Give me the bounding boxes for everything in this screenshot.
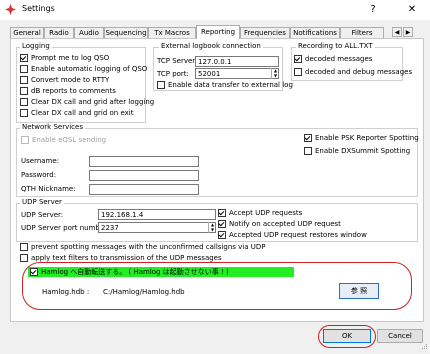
tcp-server-label: TCP Server: <box>157 57 198 65</box>
udp-server-title: UDP Server <box>20 198 64 207</box>
checkbox[interactable] <box>294 55 302 63</box>
tab-sequencing[interactable]: Sequencing <box>104 27 148 38</box>
udp-server-input[interactable] <box>98 209 216 220</box>
checkbox-label: Accept UDP requests <box>229 209 303 217</box>
tcp-port-spinner-icon[interactable]: ▲ ▼ <box>271 68 279 79</box>
dxsummit-option[interactable]: Enable DXSummit Spotting <box>304 146 410 156</box>
tab-scroll-right-icon[interactable]: ▶ <box>403 27 413 37</box>
logging-option[interactable]: Clear DX call and grid after logging <box>20 97 154 107</box>
psk-reporter-option[interactable]: Enable PSK Reporter Spotting <box>304 133 419 143</box>
checkbox-label: decoded and debug messages <box>305 68 413 76</box>
username-label: Username: <box>21 157 60 165</box>
annotation-ellipse <box>22 262 412 310</box>
checkbox[interactable] <box>157 81 165 89</box>
app-icon <box>5 4 16 15</box>
checkbox <box>21 136 29 144</box>
close-button[interactable]: ✕ <box>401 2 423 18</box>
restore-window-option[interactable]: Accepted UDP request restores window <box>218 230 367 240</box>
tcp-port-label: TCP port: <box>157 70 189 78</box>
udp-port-label: UDP Server port number: <box>21 224 110 232</box>
tab-filters[interactable]: Filters <box>340 27 384 38</box>
recording-title: Recording to ALL.TXT <box>296 42 375 51</box>
prevent-spotting-option[interactable]: prevent spotting messages with the uncon… <box>20 242 265 252</box>
network-services-title: Network Services <box>20 123 85 132</box>
checkbox[interactable] <box>20 76 28 84</box>
checkbox[interactable] <box>20 109 28 117</box>
password-input[interactable] <box>89 170 199 181</box>
checkbox[interactable] <box>294 68 302 76</box>
checkbox[interactable] <box>304 134 312 142</box>
checkbox-label: Notify on accepted UDP request <box>229 220 341 228</box>
checkbox[interactable] <box>20 65 28 73</box>
checkbox[interactable] <box>20 243 28 251</box>
udp-server-label: UDP Server: <box>21 211 64 219</box>
tab-frequencies[interactable]: Frequencies <box>240 27 290 38</box>
tcp-server-input[interactable] <box>195 56 279 67</box>
username-input[interactable] <box>89 156 199 167</box>
checkbox-label: Prompt me to log QSO <box>31 54 110 62</box>
checkbox-label: dB reports to comments <box>31 87 116 95</box>
qth-nickname-input[interactable] <box>89 184 199 195</box>
tab-audio[interactable]: Audio <box>74 27 104 38</box>
notify-udp-option[interactable]: Notify on accepted UDP request <box>218 219 341 229</box>
checkbox-label: Clear DX call and grid on exit <box>31 109 134 117</box>
logging-option[interactable]: dB reports to comments <box>20 86 116 96</box>
tab-general[interactable]: General <box>10 27 44 38</box>
checkbox-label: decoded messages <box>305 55 373 63</box>
tcp-port-input[interactable] <box>195 68 279 79</box>
window-title: Settings <box>22 4 55 13</box>
checkbox[interactable] <box>20 54 28 62</box>
password-label: Password: <box>21 171 57 179</box>
checkbox[interactable] <box>304 147 312 155</box>
resize-grip-icon[interactable] <box>420 344 428 352</box>
checkbox[interactable] <box>218 209 226 217</box>
checkbox-label: prevent spotting messages with the uncon… <box>31 243 266 251</box>
checkbox-label: Convert mode to RTTY <box>31 76 110 84</box>
eqsl-option: Enable eQSL sending <box>21 135 106 145</box>
help-button[interactable]: ? <box>364 2 382 18</box>
checkbox-label: Clear DX call and grid after logging <box>31 98 155 106</box>
checkbox[interactable] <box>218 231 226 239</box>
checkbox[interactable] <box>20 98 28 106</box>
logging-option[interactable]: Prompt me to log QSO <box>20 53 109 63</box>
tab-notifications[interactable]: Notifications <box>290 27 340 38</box>
checkbox-label: apply text filters to transmission of th… <box>31 254 222 262</box>
tab-radio[interactable]: Radio <box>44 27 74 38</box>
checkbox-label: Enable PSK Reporter Spotting <box>315 134 419 142</box>
annotation-ellipse-ok <box>318 325 376 348</box>
udp-port-spinner-icon[interactable]: ▲ ▼ <box>208 222 216 233</box>
tab-reporting[interactable]: Reporting <box>196 25 240 39</box>
accept-udp-option[interactable]: Accept UDP requests <box>218 208 302 218</box>
logging-option[interactable]: Clear DX call and grid on exit <box>20 108 133 118</box>
logging-option[interactable]: Convert mode to RTTY <box>20 75 109 85</box>
recording-option[interactable]: decoded and debug messages <box>294 67 412 77</box>
checkbox-label: Accepted UDP request restores window <box>229 231 367 239</box>
checkbox-label: Enable eQSL sending <box>32 136 107 144</box>
recording-option[interactable]: decoded messages <box>294 54 372 64</box>
qth-nickname-label: QTH Nickname: <box>21 185 76 193</box>
logging-group-title: Logging <box>20 42 52 51</box>
logging-option[interactable]: Enable automatic logging of QSO <box>20 64 147 74</box>
cancel-button[interactable]: Cancel <box>377 329 423 343</box>
tab-scroll-left-icon[interactable]: ◀ <box>392 27 402 37</box>
tab-strip: General Radio Audio Sequencing Tx Macros… <box>10 25 424 39</box>
checkbox[interactable] <box>20 87 28 95</box>
checkbox-label: Enable data transfer to external log <box>168 81 293 89</box>
tab-tx-macros[interactable]: Tx Macros <box>148 27 196 38</box>
checkbox[interactable] <box>218 220 226 228</box>
enable-transfer-option[interactable]: Enable data transfer to external log <box>157 80 293 90</box>
checkbox[interactable] <box>20 254 28 262</box>
checkbox-label: Enable automatic logging of QSO <box>31 65 148 73</box>
checkbox-label: Enable DXSummit Spotting <box>315 147 411 155</box>
external-logbook-title: External logbook connection <box>159 42 263 51</box>
udp-port-input[interactable] <box>98 222 216 233</box>
